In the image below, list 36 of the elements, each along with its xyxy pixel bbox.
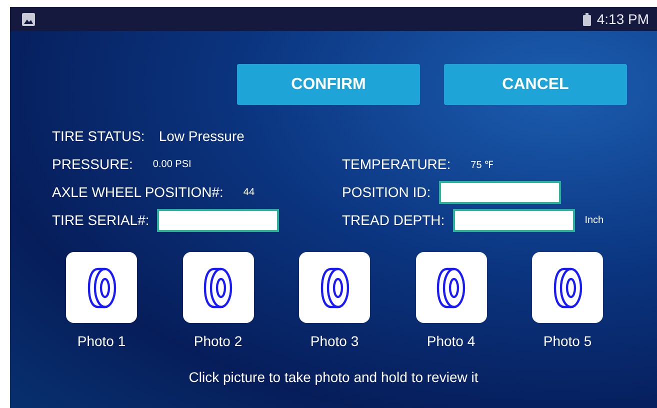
- clock-time: 4:13 PM: [596, 11, 649, 27]
- tire-serial-label: TIRE SERIAL#:: [52, 212, 150, 228]
- tire-status-label: TIRE STATUS:: [52, 128, 145, 144]
- photo-button[interactable]: [299, 252, 370, 323]
- axle-wheel-position-label: AXLE WHEEL POSITION#:: [52, 184, 224, 200]
- photo-caption: Photo 2: [194, 333, 242, 349]
- photo-button[interactable]: [532, 252, 603, 323]
- cancel-button[interactable]: CANCEL: [444, 64, 627, 105]
- tire-status-value: Low Pressure: [158, 128, 244, 144]
- tire-serial-field[interactable]: [157, 208, 280, 232]
- pressure-value: 0.00 PSI: [152, 158, 192, 170]
- tire-icon: [436, 266, 466, 308]
- photo-button[interactable]: [416, 252, 486, 323]
- tread-depth-label: TREAD DEPTH:: [342, 212, 445, 228]
- photo-caption: Photo 5: [543, 333, 592, 349]
- photo-caption: Photo 1: [77, 333, 126, 349]
- tire-icon: [320, 266, 350, 308]
- tire-icon: [86, 266, 116, 308]
- unit-label: Inch: [584, 214, 604, 226]
- image-icon: [22, 12, 35, 26]
- temperature-value: 75 ℉: [470, 159, 494, 171]
- confirm-button[interactable]: CONFIRM: [237, 64, 420, 105]
- tire-icon: [552, 266, 582, 308]
- photo-caption: Photo 3: [310, 333, 359, 349]
- position-id-field[interactable]: [438, 180, 561, 204]
- photo-button[interactable]: [182, 252, 254, 323]
- tire-icon: [203, 266, 233, 308]
- photo-button[interactable]: [66, 252, 137, 323]
- photo-caption: Photo 4: [426, 333, 476, 349]
- tread-depth-field[interactable]: [452, 208, 575, 232]
- axle-wheel-position-value: 44: [243, 186, 255, 198]
- position-id-label: POSITION ID:: [342, 184, 431, 200]
- battery-icon: [582, 12, 591, 26]
- instruction-text: Click picture to take photo and hold to review it: [188, 369, 480, 385]
- pressure-label: PRESSURE:: [52, 156, 133, 172]
- temperature-label: TEMPERATURE:: [342, 156, 451, 172]
